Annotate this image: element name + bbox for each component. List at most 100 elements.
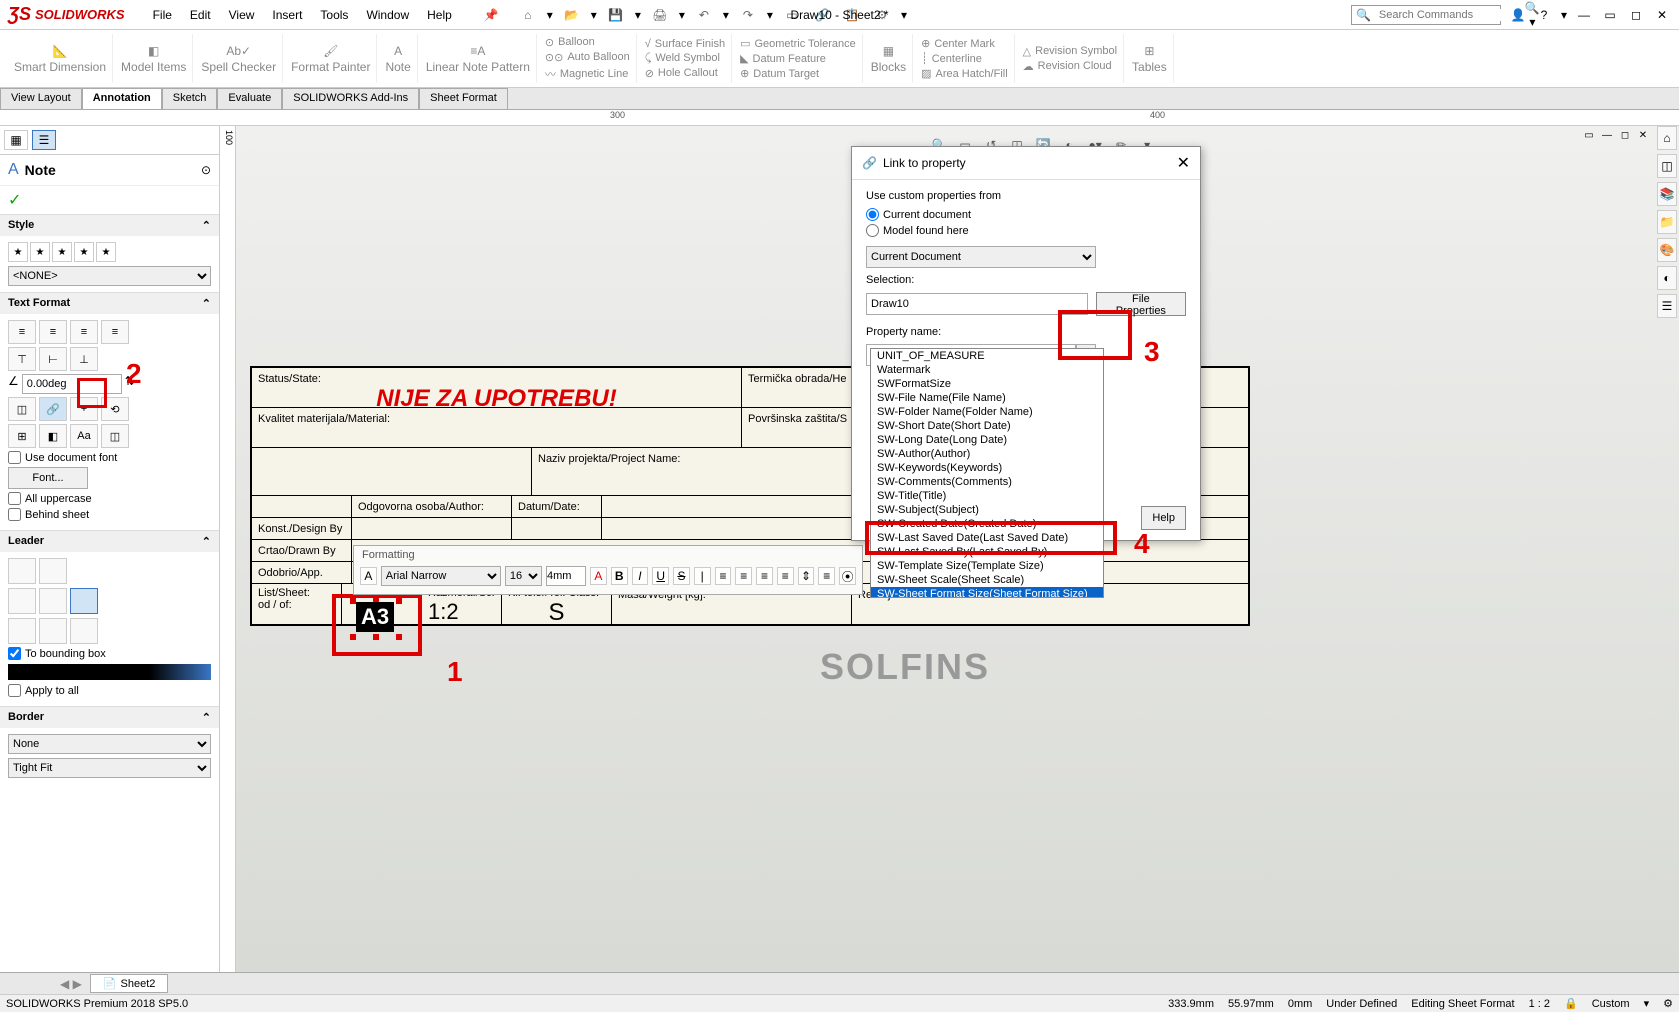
prop-list-item[interactable]: SWFormatSize [871, 377, 1103, 391]
rail-home-icon[interactable]: ⌂ [1657, 126, 1677, 150]
menu-edit[interactable]: Edit [190, 8, 211, 22]
ribbon-geo-tol[interactable]: ▭Geometric Tolerance [740, 37, 856, 50]
prop-list-item[interactable]: SW-Title(Title) [871, 489, 1103, 503]
tab-sketch[interactable]: Sketch [162, 88, 218, 109]
user-icon[interactable]: 👤 [1509, 6, 1527, 24]
style-icon-5[interactable]: ★ [96, 242, 116, 262]
status-lock-icon[interactable]: 🔒 [1564, 997, 1578, 1010]
ribbon-datum-feature[interactable]: ◣Datum Feature [740, 52, 856, 65]
ribbon-datum-target[interactable]: ⊕Datum Target [740, 67, 856, 80]
fmt-style-button[interactable]: A [360, 567, 377, 585]
selection-input[interactable] [866, 293, 1088, 315]
undo-icon[interactable]: ↶ [693, 5, 715, 25]
ribbon-smart-dimension[interactable]: 📐Smart Dimension [8, 34, 113, 83]
menu-window[interactable]: Window [366, 8, 409, 22]
prop-list-item[interactable]: SW-Keywords(Keywords) [871, 461, 1103, 475]
bold-button[interactable]: B [611, 567, 628, 585]
pm-tab-feature[interactable]: ▦ [4, 130, 28, 150]
spacing-input[interactable] [546, 566, 586, 586]
prop-list-item[interactable]: SW-Sheet Scale(Sheet Scale) [871, 573, 1103, 587]
behind-sheet-checkbox[interactable] [8, 508, 21, 521]
ribbon-model-items[interactable]: ◧Model Items [115, 34, 193, 83]
tf-btn-6[interactable]: ◧ [39, 424, 67, 448]
rail-appearance-icon[interactable]: ◐ [1657, 266, 1677, 290]
ribbon-format-painter[interactable]: 🖌Format Painter [285, 34, 377, 83]
tf-btn-8[interactable]: ◫ [101, 424, 129, 448]
child-close-icon[interactable]: ✕ [1635, 128, 1651, 142]
pm-style-header[interactable]: Style⌃ [0, 215, 219, 236]
restore-button[interactable]: ▭ [1601, 6, 1619, 24]
strike-button[interactable]: S [673, 567, 690, 585]
apply-all-checkbox[interactable] [8, 684, 21, 697]
status-scale[interactable]: 1 : 2 [1529, 998, 1550, 1010]
pm-border-header[interactable]: Border⌃ [0, 707, 219, 728]
align-center-button[interactable]: ≡ [39, 320, 67, 344]
property-dropdown-list[interactable]: UNIT_OF_MEASUREWatermarkSWFormatSizeSW-F… [870, 348, 1104, 598]
align-left-button[interactable]: ≡ [8, 320, 36, 344]
tf-btn-1[interactable]: ◫ [8, 397, 36, 421]
ribbon-spell-checker[interactable]: Ab✓Spell Checker [195, 34, 283, 83]
leader-btn-7[interactable] [39, 618, 67, 644]
tf-btn-7[interactable]: Aa [70, 424, 98, 448]
leader-btn-8[interactable] [70, 618, 98, 644]
justify-btn[interactable]: ≡ [777, 567, 794, 585]
style-select[interactable]: <NONE> [8, 266, 211, 286]
valign-top-button[interactable]: ⊤ [8, 347, 36, 371]
search-commands[interactable]: 🔍 🔍▾ [1351, 5, 1501, 25]
leader-btn-5[interactable] [70, 588, 98, 614]
border-select-1[interactable]: None [8, 734, 211, 754]
ribbon-rev-symbol[interactable]: △Revision Symbol [1023, 45, 1117, 58]
leader-btn-3[interactable] [8, 588, 36, 614]
align-center-btn[interactable]: ≡ [735, 567, 752, 585]
prop-list-item[interactable]: SW-File Name(File Name) [871, 391, 1103, 405]
ribbon-rev-cloud[interactable]: ☁Revision Cloud [1023, 60, 1117, 73]
a3-note-selected[interactable]: A3 [356, 602, 394, 632]
align-left-btn[interactable]: ≡ [715, 567, 732, 585]
rail-cube-icon[interactable]: ◫ [1657, 154, 1677, 178]
prop-list-item[interactable]: Watermark [871, 363, 1103, 377]
prop-list-item[interactable]: SW-Template Size(Template Size) [871, 559, 1103, 573]
underline-button[interactable]: U [652, 567, 669, 585]
to-bounding-checkbox[interactable] [8, 647, 21, 660]
align-right-button[interactable]: ≡ [70, 320, 98, 344]
style-icon-2[interactable]: ★ [30, 242, 50, 262]
arrow-style-icon[interactable] [8, 664, 211, 680]
sheet-tab[interactable]: 📄Sheet2 [90, 974, 169, 993]
tf-btn-5[interactable]: ⊞ [8, 424, 36, 448]
prop-list-item[interactable]: SW-Comments(Comments) [871, 475, 1103, 489]
border-select-2[interactable]: Tight Fit [8, 758, 211, 778]
valign-mid-button[interactable]: ⊢ [39, 347, 67, 371]
dialog-close-button[interactable]: ✕ [1177, 153, 1190, 173]
ribbon-area-hatch[interactable]: ▨Area Hatch/Fill [921, 67, 1008, 80]
font-family-select[interactable]: Arial Narrow [381, 566, 501, 586]
ribbon-auto-balloon[interactable]: ⊙⊙Auto Balloon [545, 51, 630, 64]
prop-list-item[interactable]: SW-Author(Author) [871, 447, 1103, 461]
valign-bot-button[interactable]: ⊥ [70, 347, 98, 371]
italic-button[interactable]: I [632, 567, 649, 585]
tab-evaluate[interactable]: Evaluate [217, 88, 282, 109]
child-restore-icon[interactable]: ▭ [1581, 128, 1597, 142]
status-custom[interactable]: Custom [1592, 998, 1630, 1010]
status-gear-icon[interactable]: ⚙ [1663, 997, 1673, 1010]
color-button[interactable]: A [590, 567, 607, 585]
font-size-select[interactable]: 16 [505, 566, 542, 586]
style-icon-1[interactable]: ★ [8, 242, 28, 262]
tab-annotation[interactable]: Annotation [82, 88, 162, 109]
child-max-icon[interactable]: ◻ [1617, 128, 1633, 142]
ribbon-tables[interactable]: ⊞Tables [1126, 34, 1174, 83]
rail-palette-icon[interactable]: 🎨 [1657, 238, 1677, 262]
prop-list-item[interactable]: SW-Long Date(Long Date) [871, 433, 1103, 447]
tf-btn-link[interactable]: 🔗 [39, 397, 67, 421]
prop-list-item[interactable]: SW-Sheet Format Size(Sheet Format Size) [871, 587, 1103, 598]
leader-btn-4[interactable] [39, 588, 67, 614]
current-doc-radio[interactable] [866, 208, 879, 221]
ribbon-surface-finish[interactable]: √Surface Finish [645, 38, 725, 50]
pin-icon[interactable]: 📌 [484, 8, 499, 22]
menu-insert[interactable]: Insert [272, 8, 302, 22]
ribbon-weld-symbol[interactable]: ⤹Weld Symbol [645, 52, 725, 65]
pm-tab-property[interactable]: ☰ [32, 130, 56, 150]
rail-prop-icon[interactable]: ☰ [1657, 294, 1677, 318]
rail-library-icon[interactable]: 📚 [1657, 182, 1677, 206]
redo-icon[interactable]: ↷ [737, 5, 759, 25]
ribbon-note[interactable]: ANote [379, 34, 417, 83]
